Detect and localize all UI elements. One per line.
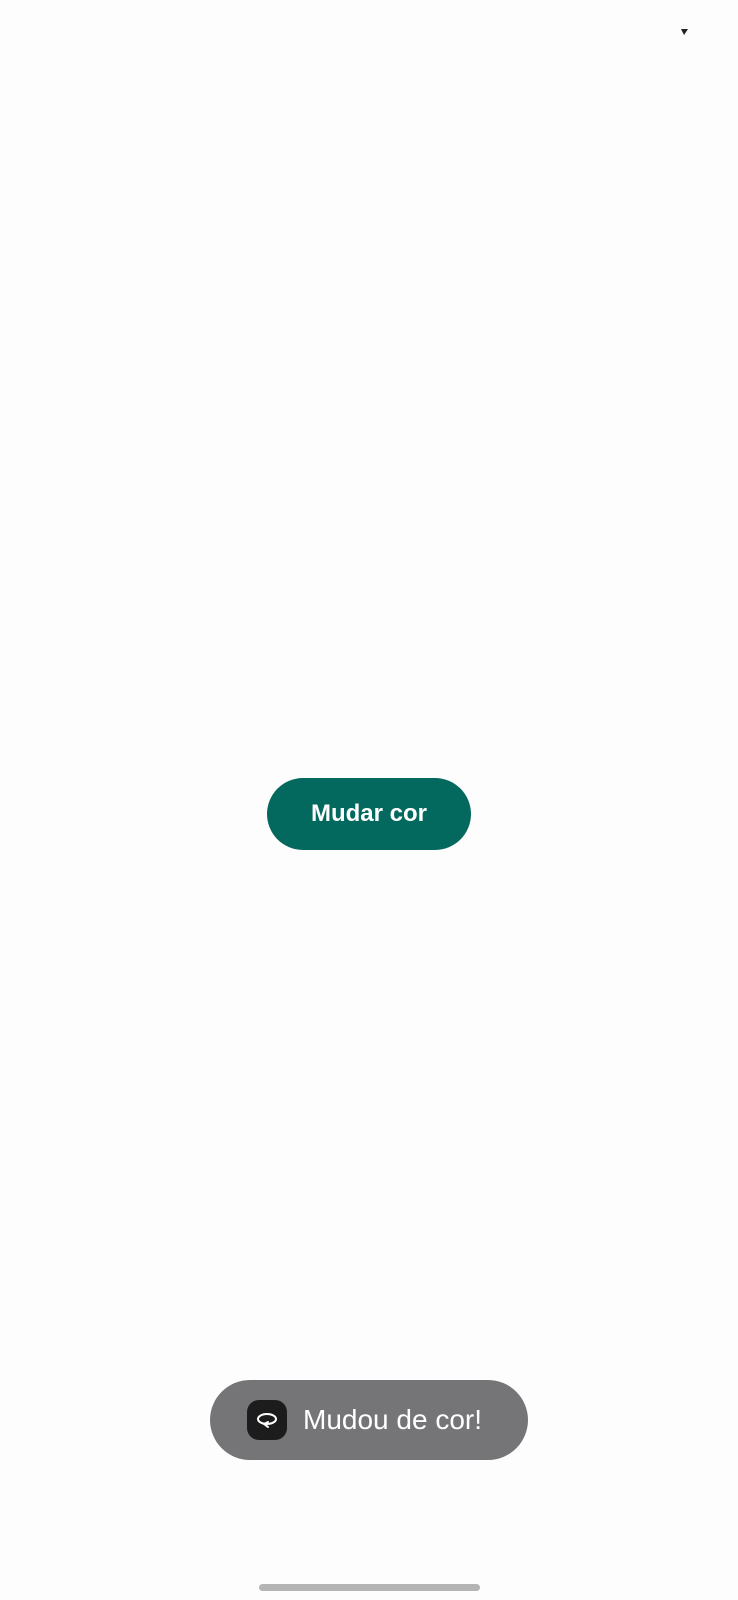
change-color-button[interactable]: Mudar cor [267, 778, 471, 850]
home-indicator[interactable] [259, 1584, 480, 1591]
toast-message: Mudou de cor! [303, 1404, 482, 1435]
toast-notification: Mudou de cor! [210, 1380, 528, 1460]
rotate-arrow-icon [247, 1400, 287, 1440]
signal-arrow-icon [680, 24, 690, 35]
